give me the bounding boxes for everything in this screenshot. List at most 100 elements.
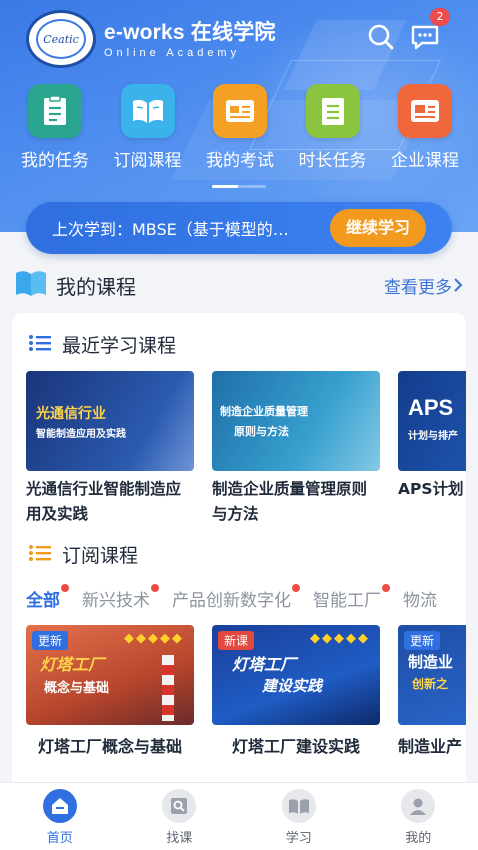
course-thumbnail: 光通信行业 智能制造应用及实践 xyxy=(26,371,194,471)
new-course-tag: 新课 xyxy=(218,631,255,650)
new-dot xyxy=(151,584,159,592)
subscribed-courses-header: 订阅课程 xyxy=(28,541,138,568)
section-title: 我的课程 xyxy=(56,274,136,299)
subsection-title: 订阅课程 xyxy=(62,545,139,567)
tab-profile[interactable]: 我的 xyxy=(359,783,478,850)
message-badge: 2 xyxy=(430,8,450,26)
category-enterprise-courses[interactable]: 企业课程 xyxy=(380,84,470,171)
thumbnail-title: APS xyxy=(408,395,454,420)
course-name: 制造企业质量管理原则与方法 xyxy=(212,480,368,523)
course-card[interactable]: 更新 制造业 创新之 制造业产 xyxy=(398,625,466,757)
filter-tab-all[interactable]: 全部 xyxy=(26,584,69,611)
course-thumbnail: APS 计划与排产 xyxy=(398,371,466,471)
recent-course-list: 光通信行业 智能制造应用及实践 光通信行业智能制造应用及实践 制造企业质量管理 … xyxy=(26,371,466,527)
course-name: 灯塔工厂建设实践 xyxy=(231,737,360,756)
category-duration-tasks[interactable]: 时长任务 xyxy=(288,84,378,171)
thumbnail-subtitle: 计划与排产 xyxy=(408,431,458,442)
brand-title: e-works 在线学院 xyxy=(104,21,276,44)
course-name: 灯塔工厂概念与基础 xyxy=(37,737,182,756)
thumbnail-title: 制造企业质量管理 xyxy=(220,405,308,418)
course-name: 制造业产 xyxy=(398,737,463,756)
message-icon[interactable] xyxy=(410,22,440,52)
category-label: 订阅课程 xyxy=(113,151,182,171)
see-more-link[interactable]: 查看更多 xyxy=(384,273,464,298)
hero-banner: Ceatic e-works 在线学院 Online Academy 2 我的任… xyxy=(0,0,478,232)
carousel-indicator-active xyxy=(212,185,238,188)
update-tag: 更新 xyxy=(404,631,441,650)
filter-tab-smart-factory[interactable]: 智能工厂 xyxy=(313,584,390,611)
subscribed-course-list: 更新 ◆◆◆◆◆ 灯塔工厂 概念与基础 灯塔工厂概念与基础 新课 ◆◆◆◆◆ 灯… xyxy=(26,625,466,757)
continue-learning-button[interactable]: 继续学习 xyxy=(330,209,426,247)
see-more-label: 查看更多 xyxy=(384,277,452,298)
filter-tab-emerging-tech[interactable]: 新兴技术 xyxy=(82,584,159,611)
new-dot xyxy=(61,584,69,592)
thumbnail-subtitle: 原则与方法 xyxy=(234,425,289,438)
thumbnail-subtitle: 建设实践 xyxy=(262,677,323,695)
category-label: 我的考试 xyxy=(206,151,274,171)
clipboard-icon xyxy=(28,84,82,138)
open-book-icon xyxy=(14,268,48,302)
thumbnail-title: 灯塔工厂 xyxy=(40,655,105,674)
tab-study[interactable]: 学习 xyxy=(239,783,359,850)
category-my-exams[interactable]: 我的考试 xyxy=(195,84,285,171)
thumbnail-subtitle: 智能制造应用及实践 xyxy=(36,429,126,440)
filter-tab-product-digital[interactable]: 产品创新数字化 xyxy=(172,584,300,611)
course-card[interactable]: APS 计划与排产 APS计划 xyxy=(398,371,466,527)
course-thumbnail: 新课 ◆◆◆◆◆ 灯塔工厂 建设实践 xyxy=(212,625,380,725)
tab-find-course[interactable]: 找课 xyxy=(120,783,240,850)
profile-icon xyxy=(401,789,436,823)
courses-card: 最近学习课程 光通信行业 智能制造应用及实践 光通信行业智能制造应用及实践 制造… xyxy=(12,313,466,793)
tab-home[interactable]: 首页 xyxy=(0,783,120,850)
last-learned-text: 上次学到：MBSE（基于模型的… xyxy=(52,220,289,239)
chevron-right-icon xyxy=(454,278,463,292)
course-name: APS计划 xyxy=(398,480,464,498)
course-thumbnail: 更新 制造业 创新之 xyxy=(398,625,466,725)
search-icon[interactable] xyxy=(366,22,396,52)
category-my-tasks[interactable]: 我的任务 xyxy=(10,84,100,171)
bottom-tab-bar: 首页 找课 学习 我的 xyxy=(0,782,478,850)
subsection-title: 最近学习课程 xyxy=(62,335,177,357)
course-card[interactable]: 光通信行业 智能制造应用及实践 光通信行业智能制造应用及实践 xyxy=(26,371,194,527)
find-course-icon xyxy=(162,789,197,823)
new-dot xyxy=(382,584,390,592)
academy-logo: Ceatic xyxy=(26,10,96,68)
tab-label: 首页 xyxy=(46,831,73,846)
logo-text: Ceatic xyxy=(36,19,86,59)
gems-decoration: ◆◆◆◆◆ xyxy=(310,631,370,646)
study-book-icon xyxy=(281,789,316,823)
thumbnail-title: 光通信行业 xyxy=(36,406,106,422)
filter-tab-label: 新兴技术 xyxy=(82,591,150,611)
brand-subtitle: Online Academy xyxy=(104,47,241,59)
list-icon xyxy=(28,544,52,566)
course-card[interactable]: 更新 ◆◆◆◆◆ 灯塔工厂 概念与基础 灯塔工厂概念与基础 xyxy=(26,625,194,757)
book-open-icon xyxy=(120,84,175,138)
exam-card-icon xyxy=(213,84,267,138)
course-thumbnail: 制造企业质量管理 原则与方法 xyxy=(212,371,380,471)
list-icon xyxy=(28,334,52,356)
course-thumbnail: 更新 ◆◆◆◆◆ 灯塔工厂 概念与基础 xyxy=(26,625,194,725)
filter-tab-logistics[interactable]: 物流 xyxy=(403,586,437,611)
course-card[interactable]: 制造企业质量管理 原则与方法 制造企业质量管理原则与方法 xyxy=(212,371,380,527)
enterprise-card-icon xyxy=(398,84,452,138)
category-nav: 我的任务 订阅课程 我的考试 时长任务 企业课程 xyxy=(10,84,470,171)
tab-label: 学习 xyxy=(285,831,312,846)
recent-courses-header: 最近学习课程 xyxy=(28,331,176,358)
thumbnail-subtitle: 概念与基础 xyxy=(44,681,110,696)
resume-learning-bar[interactable]: 上次学到：MBSE（基于模型的… 继续学习 xyxy=(26,202,452,254)
lighthouse-illustration xyxy=(162,655,174,721)
thumbnail-title: 制造业 xyxy=(408,653,454,671)
course-name: 光通信行业智能制造应用及实践 xyxy=(26,480,182,523)
category-label: 时长任务 xyxy=(298,151,367,171)
category-label: 我的任务 xyxy=(21,151,89,171)
filter-tab-label: 产品创新数字化 xyxy=(172,591,291,611)
course-card[interactable]: 新课 ◆◆◆◆◆ 灯塔工厂 建设实践 灯塔工厂建设实践 xyxy=(212,625,380,757)
category-subscribed[interactable]: 订阅课程 xyxy=(103,84,193,171)
new-dot xyxy=(292,584,300,592)
checklist-icon xyxy=(305,84,360,138)
category-label: 企业课程 xyxy=(391,151,459,171)
thumbnail-title: 灯塔工厂 xyxy=(232,655,297,674)
filter-tab-label: 全部 xyxy=(26,591,60,611)
subscribed-filter-tabs: 全部 新兴技术 产品创新数字化 智能工厂 物流 xyxy=(26,584,459,611)
thumbnail-subtitle: 创新之 xyxy=(412,677,449,691)
tab-label: 找课 xyxy=(166,831,193,846)
